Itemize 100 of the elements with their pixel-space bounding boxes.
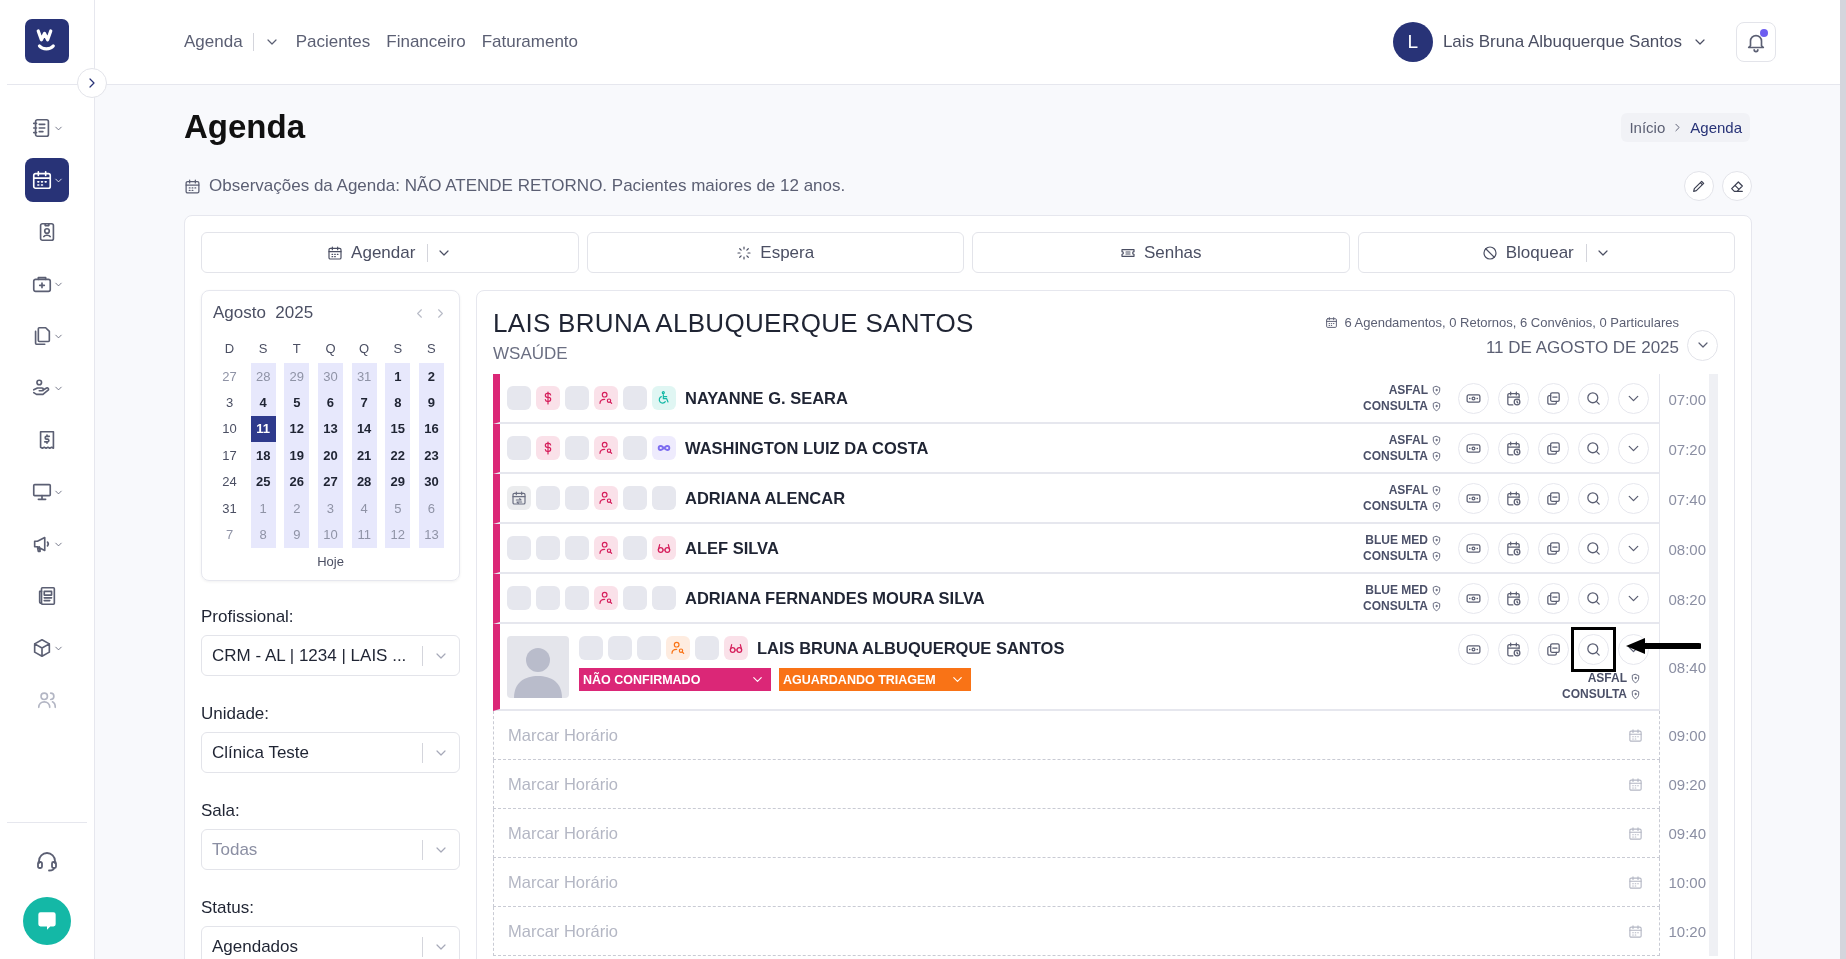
sidebar-item[interactable] (25, 158, 69, 202)
calendar-day[interactable]: 1 (385, 363, 411, 390)
user-menu[interactable]: L Lais Bruna Albuquerque Santos (1392, 22, 1708, 62)
insurer-label: ASFAL (1587, 671, 1641, 685)
empty-badge (623, 586, 647, 610)
notifications-button[interactable] (1736, 22, 1776, 62)
calendar-day[interactable]: 10 (217, 415, 242, 443)
search-icon (1585, 641, 1602, 658)
breadcrumb-link[interactable]: Agenda (1690, 118, 1742, 136)
calendar-day[interactable]: 24 (217, 468, 242, 495)
insurer-label: BLUE MED (1365, 583, 1442, 597)
select-field[interactable]: Clínica Teste (201, 732, 460, 773)
copy-icon (1545, 439, 1562, 457)
appointment-row[interactable]: ADRIANA FERNANDES MOURA SILVA BLUE MED CONSULTA (493, 574, 1660, 624)
empty-badge (608, 636, 632, 660)
reschedule-button[interactable] (1498, 582, 1529, 614)
calendar-day[interactable]: 6 (317, 389, 343, 416)
calendar-day[interactable]: 4 (250, 389, 276, 416)
action-button[interactable]: Senhas (972, 232, 1350, 273)
select-field[interactable]: Agendados (201, 926, 460, 959)
newspaper-icon (36, 585, 58, 607)
breadcrumb-link[interactable]: Início (1629, 118, 1666, 136)
action-button[interactable]: Espera (586, 232, 964, 273)
nav-link[interactable]: Pacientes (295, 32, 371, 52)
copy-icon (1545, 389, 1562, 407)
calendar-day[interactable]: 8 (385, 389, 411, 416)
empty-badge (695, 636, 719, 660)
calendar-day[interactable]: 27 (317, 468, 343, 495)
search-button[interactable] (1578, 634, 1609, 665)
calendar-day[interactable]: 29 (385, 468, 411, 495)
search-button[interactable] (1578, 482, 1609, 514)
field-label: Unidade: (201, 704, 271, 724)
reschedule-button[interactable] (1498, 482, 1529, 514)
calendar-day[interactable]: 12 (284, 415, 310, 443)
edit-button[interactable] (1684, 171, 1714, 201)
calendar-day[interactable]: 11 (250, 415, 276, 443)
billing-button[interactable] (1458, 432, 1489, 464)
calendar-day[interactable]: 18 (250, 442, 276, 469)
calendar-day[interactable]: 22 (385, 442, 411, 469)
copy-button[interactable] (1538, 582, 1569, 614)
clear-button[interactable] (1722, 171, 1752, 201)
calendar-day[interactable]: 28 (351, 468, 377, 495)
calendar-day[interactable]: 7 (351, 389, 377, 416)
nav-link[interactable]: Faturamento (481, 32, 579, 52)
calendar-day[interactable]: 3 (217, 389, 242, 416)
copy-button[interactable] (1538, 382, 1569, 414)
calendar-day[interactable]: 5 (284, 389, 310, 416)
search-button[interactable] (1578, 382, 1609, 414)
time-label: 07:20 (1668, 440, 1706, 458)
schedule-button[interactable]: Agendar (201, 232, 579, 273)
reschedule-button[interactable] (1498, 532, 1529, 564)
scrollbar[interactable] (1840, 0, 1846, 959)
weekday-label: S (392, 339, 404, 358)
calendar-day[interactable]: 16 (418, 415, 444, 443)
calendar-day[interactable]: 23 (418, 442, 444, 469)
insurer-label: BLUE MED (1365, 533, 1442, 547)
appointment-row[interactable]: WASHINGTON LUIZ DA COSTA ASFAL CONSULTA (493, 424, 1660, 474)
copy-icon (1545, 641, 1562, 658)
calendar-day[interactable]: 26 (284, 468, 310, 495)
billing-button[interactable] (1458, 532, 1489, 564)
billing-button[interactable] (1458, 582, 1489, 614)
logo[interactable] (25, 19, 69, 63)
nav-link[interactable]: Financeiro (386, 32, 466, 52)
calendar-day[interactable]: 19 (284, 442, 310, 469)
copy-button[interactable] (1538, 432, 1569, 464)
calendar-day[interactable]: 25 (250, 468, 276, 495)
action-button[interactable]: Bloquear (1357, 232, 1735, 273)
appointment-row[interactable]: ALEF SILVA BLUE MED CONSULTA (493, 524, 1660, 574)
calendar-day[interactable]: 30 (418, 468, 444, 495)
calendar-day[interactable]: 14 (351, 415, 377, 443)
billing-button[interactable] (1458, 482, 1489, 514)
calendar-day[interactable]: 2 (418, 363, 444, 390)
search-button[interactable] (1578, 582, 1609, 614)
copy-button[interactable] (1538, 482, 1569, 514)
calendar-day[interactable]: 31 (217, 494, 242, 522)
search-button[interactable] (1578, 432, 1609, 464)
calendar-day[interactable]: 21 (351, 442, 377, 469)
appointment-row[interactable]: NAYANNE G. SEARA ASFAL CONSULTA (493, 374, 1660, 424)
calendar-day[interactable]: 20 (317, 442, 343, 469)
appointment-row[interactable]: ADRIANA ALENCAR ASFAL CONSULTA (493, 474, 1660, 524)
calendar-day[interactable]: 13 (317, 415, 343, 443)
billing-button[interactable] (1458, 634, 1489, 665)
time-label: 10:20 (1668, 923, 1706, 940)
reschedule-button[interactable] (1498, 432, 1529, 464)
status-dropdown[interactable]: NÃO CONFIRMADO (579, 668, 771, 691)
calendar-day[interactable]: 9 (418, 389, 444, 416)
today-link[interactable]: Hoje (213, 553, 448, 569)
calendar-day[interactable]: 15 (385, 415, 411, 443)
calendar-day[interactable]: 17 (217, 442, 242, 469)
reschedule-button[interactable] (1498, 382, 1529, 414)
appointment-row[interactable]: LAIS BRUNA ALBUQUERQUE SANTOS NÃO CONFIRMADO AGUARDANDO TRIAGEM ASFAL CONSULTA (493, 624, 1660, 711)
copy-button[interactable] (1538, 634, 1569, 665)
calendar-clock-icon (1505, 439, 1522, 457)
copy-button[interactable] (1538, 532, 1569, 564)
reschedule-button[interactable] (1498, 634, 1529, 665)
billing-button[interactable] (1458, 382, 1489, 414)
search-button[interactable] (1578, 532, 1609, 564)
nav-link[interactable]: Agenda (184, 32, 280, 52)
calendar-clock-icon (1505, 489, 1522, 507)
select-field[interactable]: CRM - AL | 1234 | LAIS ... (201, 635, 460, 676)
